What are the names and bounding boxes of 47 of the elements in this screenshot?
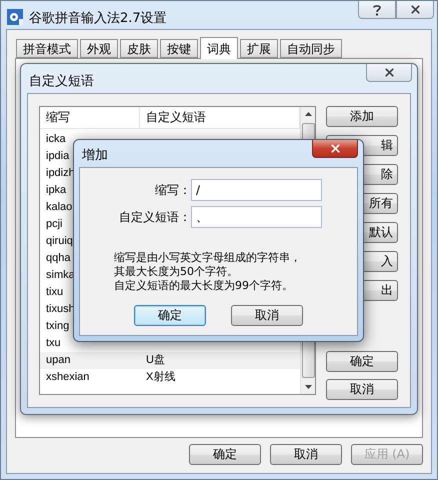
abbr-cell-text: xshexian bbox=[46, 370, 90, 385]
tab[interactable]: 按键 bbox=[160, 39, 198, 58]
help-button[interactable] bbox=[358, 1, 396, 19]
list-row[interactable]: xshexian X射线 bbox=[40, 369, 300, 386]
tab[interactable]: 外观 bbox=[80, 39, 118, 58]
help-icon bbox=[373, 4, 381, 16]
input-field[interactable]: / bbox=[191, 179, 322, 201]
abbr-cell-text: icka bbox=[46, 132, 66, 147]
dialog-title: 自定义短语 bbox=[29, 73, 94, 90]
column-header[interactable]: 缩写 bbox=[40, 107, 140, 128]
tab[interactable]: 皮肤 bbox=[120, 39, 158, 58]
hint-text: 自定义短语的最大长度为99个字符。 bbox=[114, 279, 294, 293]
phrase-cell-text: U盘 bbox=[146, 353, 165, 368]
abbr-cell-text: kalao bbox=[46, 200, 72, 215]
hint-text: 其最大长度为50个字符。 bbox=[114, 265, 239, 279]
abbr-cell-text: qiruiq bbox=[46, 234, 73, 249]
ok-button[interactable]: 确定 bbox=[134, 305, 206, 326]
tab[interactable]: 词典 bbox=[200, 37, 238, 59]
close-button[interactable] bbox=[366, 64, 412, 82]
abbr-cell-text: upan bbox=[46, 353, 70, 368]
window-title: 谷歌拼音输入法2.7设置 bbox=[29, 10, 168, 27]
list-row[interactable]: upan U盘 bbox=[40, 352, 300, 369]
close-button[interactable] bbox=[312, 140, 358, 158]
close-icon bbox=[382, 66, 396, 79]
abbr-cell-text: txing bbox=[46, 319, 70, 334]
abbr-cell-text: txu bbox=[46, 336, 61, 351]
input-field[interactable]: 、 bbox=[191, 206, 322, 228]
hint-text: 缩写是由小写英文字母组成的字符串， bbox=[114, 251, 302, 265]
side-button[interactable]: 确定 bbox=[326, 351, 398, 372]
field-label: 缩写： bbox=[154, 182, 191, 198]
field-label: 自定义短语： bbox=[118, 208, 191, 226]
cancel-button[interactable]: 取消 bbox=[270, 444, 342, 465]
tab[interactable]: 自动同步 bbox=[280, 39, 342, 58]
phrase-cell-text: X射线 bbox=[146, 370, 176, 385]
app-icon bbox=[7, 9, 23, 25]
side-button[interactable]: 添加 bbox=[326, 106, 398, 127]
close-icon bbox=[408, 3, 422, 16]
ok-button[interactable]: 确定 bbox=[189, 444, 261, 465]
side-button[interactable]: 取消 bbox=[326, 379, 398, 400]
scroll-up-icon[interactable] bbox=[304, 112, 312, 116]
close-icon bbox=[328, 142, 342, 155]
cancel-button[interactable]: 取消 bbox=[231, 305, 303, 326]
scroll-down-icon[interactable] bbox=[304, 385, 312, 389]
tab[interactable]: 拼音模式 bbox=[16, 39, 78, 58]
tab[interactable]: 扩展 bbox=[240, 39, 278, 58]
dialog-title: 增加 bbox=[82, 147, 108, 164]
close-button[interactable] bbox=[396, 1, 434, 19]
